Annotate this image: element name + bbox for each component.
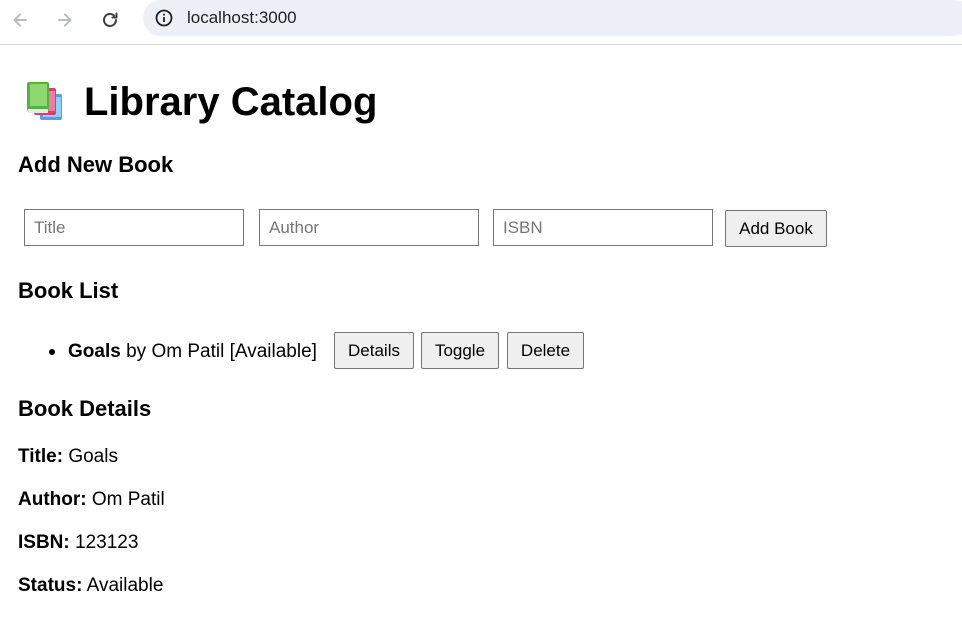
- reload-button[interactable]: [94, 4, 126, 36]
- address-url[interactable]: localhost:3000: [187, 8, 297, 28]
- address-bar[interactable]: localhost:3000: [143, 0, 962, 36]
- detail-status: Status: Available: [18, 574, 163, 598]
- title-input[interactable]: [24, 209, 244, 246]
- page-title-text: Library Catalog: [84, 80, 378, 124]
- forward-button[interactable]: [49, 4, 81, 36]
- add-book-heading: Add New Book: [18, 152, 174, 177]
- page-title: Library Catalog: [24, 79, 377, 125]
- detail-title-label: Title:: [18, 446, 64, 467]
- forward-arrow-icon: [58, 13, 72, 27]
- page-content: Library Catalog Add New Book Add Book Bo…: [0, 45, 962, 617]
- back-button[interactable]: [4, 4, 36, 36]
- detail-title: Title: Goals: [18, 445, 118, 469]
- isbn-input[interactable]: [493, 209, 713, 246]
- list-bullet: [49, 349, 55, 355]
- list-item: Goals by Om Patil [Available]: [49, 334, 317, 370]
- back-arrow-icon: [13, 13, 27, 27]
- detail-status-label: Status:: [18, 575, 83, 596]
- delete-button[interactable]: Delete: [507, 332, 584, 369]
- detail-isbn-label: ISBN:: [18, 532, 70, 553]
- detail-author: Author: Om Patil: [18, 488, 165, 512]
- book-list-heading: Book List: [18, 278, 119, 303]
- book-details-heading: Book Details: [18, 396, 152, 421]
- detail-author-label: Author:: [18, 489, 87, 510]
- detail-isbn: ISBN: 123123: [18, 531, 138, 555]
- browser-toolbar: localhost:3000: [0, 0, 962, 45]
- details-button[interactable]: Details: [334, 332, 414, 369]
- book-author: Om Patil: [151, 341, 225, 362]
- detail-status-value: Available: [86, 575, 164, 596]
- detail-isbn-value: 123123: [75, 532, 139, 553]
- detail-title-value: Goals: [68, 446, 118, 467]
- detail-author-value: Om Patil: [91, 489, 165, 510]
- add-book-button[interactable]: Add Book: [725, 210, 827, 247]
- book-title: Goals: [68, 341, 121, 362]
- book-status: [Available]: [229, 341, 317, 362]
- toggle-button[interactable]: Toggle: [421, 332, 499, 369]
- info-icon[interactable]: [155, 9, 173, 27]
- author-input[interactable]: [259, 209, 479, 246]
- books-icon: [27, 82, 62, 120]
- book-by: by: [126, 341, 147, 362]
- reload-icon: [103, 12, 118, 27]
